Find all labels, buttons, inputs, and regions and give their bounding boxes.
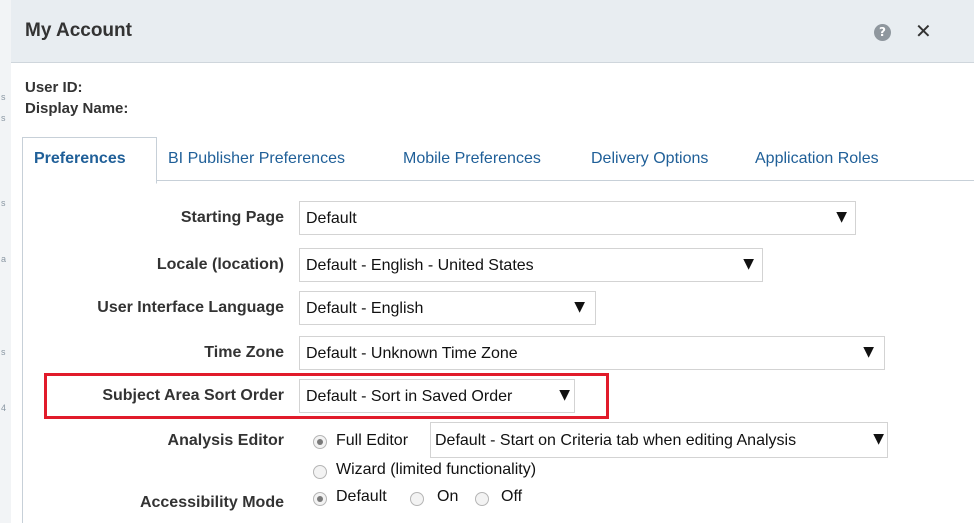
tab-mobile-preferences[interactable]: Mobile Preferences [403,150,541,168]
help-icon[interactable]: ? [874,24,891,41]
sort-order-value: Default - Sort in Saved Order [306,388,513,405]
accessibility-default-label: Default [336,488,387,505]
starting-page-label: Starting Page [180,209,284,226]
starting-page-select[interactable]: Default ▼ [299,201,856,235]
accessibility-on-radio[interactable] [410,492,424,506]
dropdown-arrow-icon: ▼ [743,256,754,272]
dropdown-arrow-icon: ▼ [863,344,874,360]
locale-select[interactable]: Default - English - United States ▼ [299,248,763,282]
full-editor-start-select[interactable]: Default - Start on Criteria tab when edi… [430,422,888,458]
sort-order-label: Subject Area Sort Order [102,387,284,404]
edge-mark: a [1,254,7,264]
user-id-label: User ID: [25,79,83,96]
sort-order-select[interactable]: Default - Sort in Saved Order ▼ [299,379,575,413]
tab-delivery-options[interactable]: Delivery Options [591,150,708,168]
full-editor-start-value: Default - Start on Criteria tab when edi… [435,432,797,449]
wizard-label: Wizard (limited functionality) [336,461,537,478]
time-zone-value: Default - Unknown Time Zone [306,345,518,362]
full-editor-label: Full Editor [336,432,409,449]
time-zone-label: Time Zone [204,344,284,361]
dropdown-arrow-icon: ▼ [574,299,585,315]
accessibility-on-label: On [437,488,459,505]
display-name-label: Display Name: [25,100,129,117]
tab-preferences-label[interactable]: Preferences [34,150,126,168]
edge-mark: s [1,347,6,357]
dropdown-arrow-icon: ▼ [836,209,847,225]
dialog-title: My Account [25,20,132,41]
accessibility-off-radio[interactable] [475,492,489,506]
accessibility-mode-label: Accessibility Mode [139,494,284,511]
analysis-editor-label: Analysis Editor [167,432,284,449]
locale-value: Default - English - United States [306,257,534,274]
tab-bi-publisher-preferences[interactable]: BI Publisher Preferences [168,150,345,168]
wizard-radio[interactable] [313,465,327,479]
close-icon[interactable]: ✕ [915,21,932,41]
dropdown-arrow-icon: ▼ [873,431,884,447]
user-id-value [112,76,332,98]
ui-language-label: User Interface Language [97,299,284,316]
edge-mark: 4 [1,403,7,413]
tab-application-roles[interactable]: Application Roles [755,150,879,168]
dropdown-arrow-icon: ▼ [559,387,570,403]
accessibility-off-label: Off [501,488,523,505]
accessibility-default-radio[interactable] [313,492,327,506]
locale-label: Locale (location) [156,256,284,273]
display-name-value [162,97,388,123]
edge-mark: s [1,92,6,102]
edge-mark: s [1,198,6,208]
starting-page-value: Default [306,210,357,227]
time-zone-select[interactable]: Default - Unknown Time Zone ▼ [299,336,885,370]
dialog-titlebar [11,0,974,63]
full-editor-radio[interactable] [313,435,327,449]
ui-language-select[interactable]: Default - English ▼ [299,291,596,325]
edge-mark: s [1,113,6,123]
ui-language-value: Default - English [306,300,424,317]
